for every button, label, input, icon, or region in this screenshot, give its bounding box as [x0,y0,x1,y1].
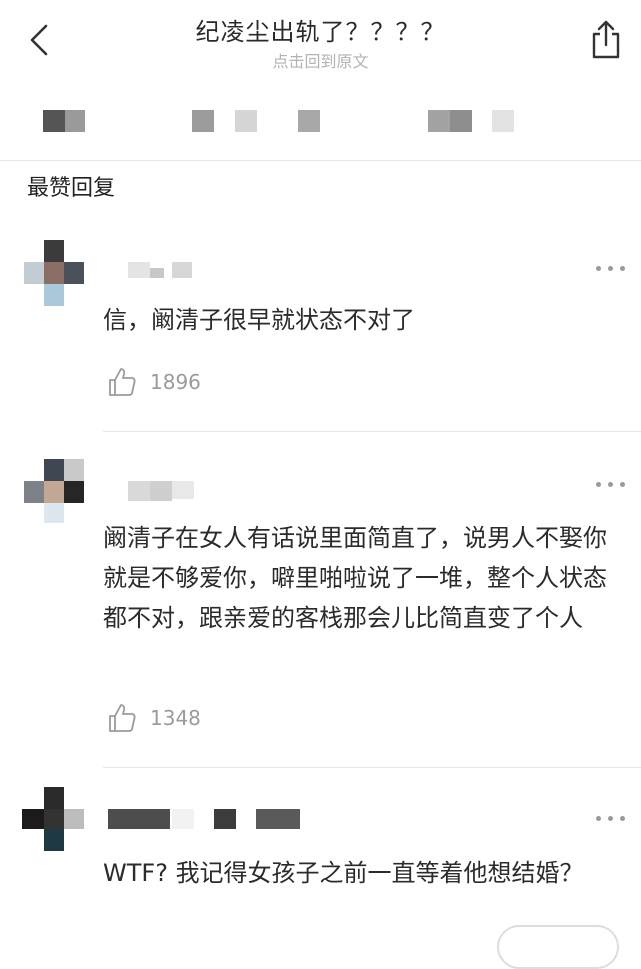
comment-divider [103,767,641,768]
more-dots-icon[interactable] [596,266,626,274]
thumbs-up-icon [109,368,136,396]
header-divider [0,160,641,161]
comment-text: 阚清子在女人有话说里面简直了，说男人不娶你就是不够爱你，噼里啪啦说了一堆，整个人… [103,524,607,632]
page-title: 纪凌尘出轨了？？？？ [195,18,446,46]
more-dots-icon[interactable] [596,816,626,824]
comment-divider [103,431,641,432]
floating-reply-button[interactable] [497,925,619,969]
comment-text: WTF? 我记得女孩子之前一直等着他想结婚？ [103,859,584,887]
share-icon[interactable] [586,18,626,60]
like-count: 1348 [150,706,201,730]
like-count: 1896 [150,370,201,394]
back-to-original-link[interactable]: 点击回到原文 [0,48,641,72]
comment-text: 信，阚清子很早就状态不对了 [103,306,415,334]
more-dots-icon[interactable] [596,482,626,490]
thumbs-up-icon [109,704,136,732]
section-title: 最赞回复 [27,176,116,201]
